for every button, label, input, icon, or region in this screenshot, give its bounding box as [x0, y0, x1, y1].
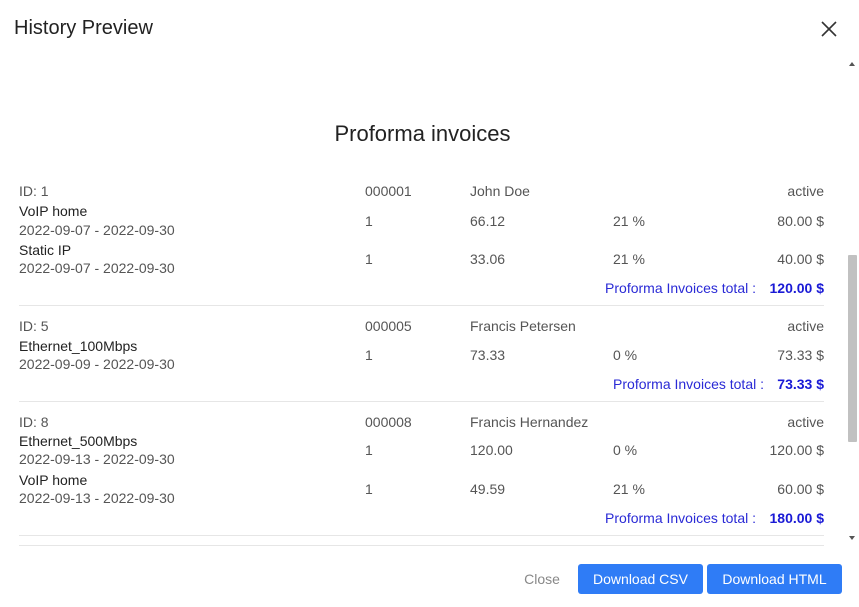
invoice-total-label: Proforma Invoices total :: [613, 376, 764, 392]
download-csv-button[interactable]: Download CSV: [578, 564, 703, 594]
scroll-down-arrow-icon[interactable]: [849, 536, 855, 540]
dialog-header: History Preview: [0, 0, 859, 58]
invoice-total: 73.33 $: [777, 376, 824, 392]
item-price: 73.33: [470, 347, 506, 363]
item-qty: 1: [365, 213, 373, 229]
item-amount: 80.00 $: [777, 213, 824, 229]
close-icon[interactable]: [819, 19, 839, 39]
item-qty: 1: [365, 481, 373, 497]
item-amount: 73.33 $: [777, 347, 824, 363]
invoice-id: ID: 8: [19, 414, 49, 430]
item-period: 2022-09-13 - 2022-09-30: [19, 451, 175, 467]
item-period: 2022-09-07 - 2022-09-30: [19, 222, 175, 238]
dialog-title: History Preview: [14, 17, 153, 39]
invoice-total: 120.00 $: [769, 280, 825, 296]
dialog-footer: Close Download CSV Download HTML: [0, 546, 859, 607]
item-price: 66.12: [470, 213, 506, 229]
preview-content: Proforma invoices ID: 1 000001 John Doe …: [0, 58, 845, 546]
invoice-status: active: [787, 318, 824, 334]
download-html-button[interactable]: Download HTML: [707, 564, 842, 594]
item-period: 2022-09-09 - 2022-09-30: [19, 356, 175, 372]
item-name: VoIP home: [19, 203, 88, 219]
item-name: Static IP: [19, 242, 72, 258]
item-price: 120.00: [470, 442, 513, 458]
invoice-divider: [19, 401, 824, 402]
item-qty: 1: [365, 442, 373, 458]
invoice-number: 000008: [365, 414, 412, 430]
item-price: 33.06: [470, 251, 506, 267]
invoice-number: 000001: [365, 183, 412, 199]
invoice-customer: John Doe: [470, 183, 530, 199]
item-amount: 120.00 $: [769, 442, 825, 458]
item-amount: 60.00 $: [777, 481, 824, 497]
item-vat: 0 %: [613, 347, 638, 363]
item-vat: 21 %: [613, 481, 645, 497]
invoice-total-label: Proforma Invoices total :: [605, 510, 756, 526]
invoice-customer: Francis Hernandez: [470, 414, 589, 430]
invoice-total: 180.00 $: [769, 510, 825, 526]
item-name: VoIP home: [19, 472, 88, 488]
item-qty: 1: [365, 251, 373, 267]
item-price: 49.59: [470, 481, 506, 497]
document-title: Proforma invoices: [334, 121, 511, 146]
item-period: 2022-09-13 - 2022-09-30: [19, 490, 175, 506]
scroll-thumb[interactable]: [848, 255, 857, 442]
item-period: 2022-09-07 - 2022-09-30: [19, 260, 175, 276]
item-name: Ethernet_100Mbps: [19, 338, 138, 354]
scroll-up-arrow-icon[interactable]: [849, 62, 855, 66]
invoice-id: ID: 1: [19, 183, 49, 199]
item-qty: 1: [365, 347, 373, 363]
invoice-status: active: [787, 414, 824, 430]
item-vat: 21 %: [613, 213, 645, 229]
item-amount: 40.00 $: [777, 251, 824, 267]
invoice-status: active: [787, 183, 824, 199]
item-vat: 21 %: [613, 251, 645, 267]
invoice-total-label: Proforma Invoices total :: [605, 280, 756, 296]
invoice-customer: Francis Petersen: [470, 318, 576, 334]
vertical-scrollbar[interactable]: [845, 58, 859, 546]
invoice-divider: [19, 535, 824, 536]
item-name: Ethernet_500Mbps: [19, 433, 138, 449]
item-vat: 0 %: [613, 442, 638, 458]
invoice-divider: [19, 305, 824, 306]
close-button[interactable]: Close: [509, 564, 575, 594]
invoice-id: ID: 5: [19, 318, 49, 334]
invoice-number: 000005: [365, 318, 412, 334]
